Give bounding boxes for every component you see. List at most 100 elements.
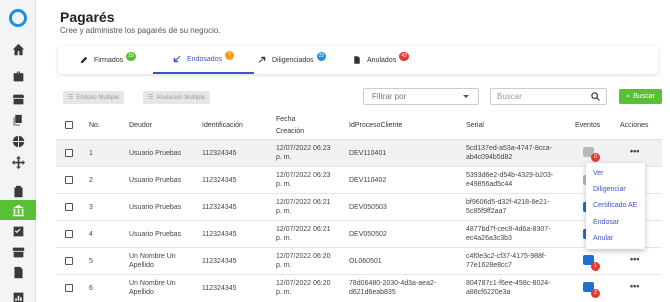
tab-firmados[interactable]: Firmados 15 [80, 46, 136, 74]
cell-identificacion: 112324345 [202, 258, 237, 265]
cell-fecha-line2: p. m. [276, 235, 292, 242]
checklist-icon [13, 226, 23, 236]
cell-serial-line2: ec4a26a3c3b3 [466, 235, 512, 242]
sidebar-item-globe[interactable] [0, 131, 36, 151]
caret-down-icon [463, 95, 469, 98]
tab-anulados[interactable]: Anulados 43 [353, 46, 409, 74]
header-deudor: Deudor [129, 122, 152, 129]
sidebar-item-pagares[interactable] [0, 200, 36, 220]
menu-item-certificado-ae[interactable]: Certificado AE [593, 202, 637, 209]
cell-fecha-line2: p. m. [276, 262, 292, 269]
header-id-proceso: IdProcesoCliente [349, 122, 403, 129]
cell-deudor: Un Nombre Un Apellido [129, 279, 176, 297]
cell-no: 6 [89, 285, 93, 292]
filter-select-value: Filtrar por [372, 92, 407, 101]
arrow-up-right-icon [258, 56, 266, 63]
header-identificacion: Identificación [202, 122, 243, 129]
more-actions-icon[interactable]: ••• [630, 281, 639, 291]
row-checkbox[interactable] [65, 203, 73, 211]
anulacion-multiple-button[interactable]: ☰ Anulación Multiple [143, 91, 211, 104]
menu-item-endosar[interactable]: Endosar [593, 219, 619, 226]
endoso-multiple-label: Endoso Multiple [76, 94, 120, 101]
sidebar-item-business[interactable] [0, 66, 36, 86]
cell-serial-line1: 804787c1-f6ee-498c-8024- [466, 280, 551, 287]
tab-label: Anulados [367, 56, 397, 64]
tab-endosados[interactable]: Endosados 7 [153, 46, 255, 74]
row-checkbox[interactable] [65, 230, 73, 238]
cell-serial: 5393d6e2-d54b-4329-b203- e49856ad5c44 [466, 171, 553, 189]
cell-identificacion: 112324345 [202, 177, 237, 184]
cell-fecha: 12/07/2022 06:21 p. m. [276, 198, 331, 216]
filter-select[interactable]: Filtrar por [363, 88, 479, 105]
tab-count-badge: 15 [126, 51, 136, 61]
sidebar-item-file[interactable] [0, 262, 36, 282]
app-logo[interactable] [9, 9, 27, 27]
search-input[interactable] [490, 88, 607, 105]
tab-diligenciados[interactable]: Diligenciados 25 [258, 46, 327, 74]
cell-serial: bf9606d5-d32f-4218-8e21- 5c85f9ff2aa7 [466, 198, 549, 216]
tab-label: Diligenciados [272, 56, 314, 64]
cell-identificacion: 112324345 [202, 231, 237, 238]
cell-id-proceso: DEV050503 [349, 204, 387, 211]
select-all-checkbox[interactable] [65, 121, 73, 129]
search-icon [591, 92, 600, 101]
cell-deudor: Usuario Pruebas [129, 204, 182, 211]
sidebar-item-documents[interactable] [0, 110, 36, 130]
sidebar-item-clipboard[interactable] [0, 181, 36, 201]
menu-item-diligenciar[interactable]: Diligenciar [593, 186, 626, 193]
copy-icon [13, 114, 22, 125]
menu-item-ver[interactable]: Ver [593, 170, 604, 177]
sidebar-item-home[interactable] [0, 39, 36, 59]
cell-no: 2 [89, 177, 93, 184]
more-actions-icon[interactable]: ••• [630, 254, 639, 264]
header-fecha-line1: Fecha [276, 116, 296, 123]
sidebar-item-checklist[interactable] [0, 221, 36, 241]
sidebar-item-reports[interactable] [0, 287, 36, 302]
cell-deudor-line1: Un Nombre Un [129, 253, 176, 260]
search-button[interactable]: ⌕ Buscar [619, 89, 662, 104]
pen-icon [80, 56, 88, 64]
cell-id-proceso: DEV110402 [349, 177, 387, 184]
cell-id-proceso-line1: 78d06480-2030-4d3a-aea2- [349, 280, 437, 287]
cell-fecha-line1: 12/07/2022 06:20 [276, 280, 331, 287]
cell-deudor: Usuario Pruebas [129, 177, 182, 184]
cell-serial-line1: 4877bd7f-cec8-4d6a-8307- [466, 226, 551, 233]
table-row: 1 Usuario Pruebas 112324345 12/07/2022 0… [56, 140, 662, 167]
row-checkbox[interactable] [65, 176, 73, 184]
row-checkbox[interactable] [65, 284, 73, 292]
event-badge: 0 [591, 153, 600, 162]
sidebar-item-store[interactable] [0, 89, 36, 109]
tab-count-badge: 25 [316, 51, 327, 61]
endoso-multiple-button[interactable]: ☰ Endoso Multiple [63, 91, 125, 104]
document-x-icon [354, 56, 360, 64]
header-serial: Serial [466, 122, 484, 129]
cell-fecha: 12/07/2022 06:23 p. m. [276, 144, 331, 162]
menu-item-anular[interactable]: Anular [593, 235, 613, 242]
cell-fecha-line2: p. m. [276, 154, 292, 161]
cell-serial: c4f0e3c2-cf37-4175-988f- 77e1628e8cc7 [466, 252, 546, 270]
briefcase-icon [13, 71, 23, 81]
header-eventos: Eventos [575, 122, 601, 129]
cell-serial-line2: e49856ad5c44 [466, 181, 513, 188]
cell-deudor: Un Nombre Un Apellido [129, 252, 176, 270]
table-row: 6 Un Nombre Un Apellido 112324345 12/07/2… [56, 275, 662, 302]
row-checkbox[interactable] [65, 257, 73, 265]
cell-fecha: 12/07/2022 06:20 p. m. [276, 252, 331, 270]
more-actions-icon[interactable]: ••• [630, 146, 639, 156]
cell-deudor: Usuario Pruebas [129, 231, 182, 238]
row-checkbox[interactable] [65, 149, 73, 157]
store-icon [12, 94, 24, 104]
cell-fecha-line1: 12/07/2022 06:23 [276, 172, 331, 179]
cell-serial-line2: ab4c094b5d82 [466, 154, 513, 161]
header-acciones: Acciones [620, 122, 649, 129]
cell-serial-line1: bf9606d5-d32f-4218-8e21- [466, 199, 550, 206]
globe-icon [12, 135, 24, 147]
cell-deudor-line1: Un Nombre Un [129, 280, 176, 287]
cell-serial: 4877bd7f-cec8-4d6a-8307- ec4a26a3c3b3 [466, 225, 550, 243]
cell-serial-line2: 77e1628e8cc7 [466, 262, 512, 269]
cell-serial-line1: 5cd137ed-a53a-4747-8cca- [466, 145, 553, 152]
cell-no: 5 [89, 258, 93, 265]
cell-fecha-line1: 12/07/2022 06:23 [276, 145, 331, 152]
sidebar-item-move[interactable] [0, 152, 36, 172]
sidebar-item-archive[interactable] [0, 242, 36, 262]
